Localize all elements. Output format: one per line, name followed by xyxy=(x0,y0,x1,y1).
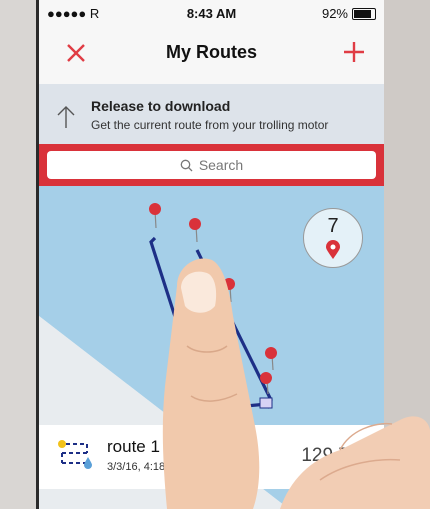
plus-icon xyxy=(344,42,364,62)
route-icon xyxy=(58,440,92,469)
map-pin-icon xyxy=(326,240,340,259)
route-end-marker xyxy=(259,397,273,409)
search-input[interactable]: Search xyxy=(47,151,376,179)
battery-percent: 92% xyxy=(321,6,348,21)
pull-title: Release to download xyxy=(91,98,231,114)
battery-indicator: 92% xyxy=(322,6,376,21)
route-name: route 1 xyxy=(107,437,160,456)
route-distance: 129.7 M xyxy=(301,445,370,466)
app-screen: ●●●●● R 8:43 AM 92% My Routes Release to… xyxy=(39,0,384,509)
search-icon xyxy=(180,159,193,171)
marker-count-badge[interactable]: 7 xyxy=(303,208,363,268)
phone-bezel-left xyxy=(0,0,36,509)
status-bar: ●●●●● R 8:43 AM 92% xyxy=(39,0,384,26)
phone-bezel-right xyxy=(380,0,430,509)
pull-to-download-banner: Release to download Get the current rout… xyxy=(39,84,384,144)
marker-count: 7 xyxy=(327,215,339,237)
search-bar-container: Search xyxy=(39,144,384,186)
arrow-up-icon xyxy=(57,106,75,128)
pull-subtitle: Get the current route from your trolling… xyxy=(91,118,329,132)
page-title: My Routes xyxy=(165,42,257,62)
search-placeholder: Search xyxy=(198,157,244,173)
nav-bar: My Routes xyxy=(39,28,384,72)
battery-icon xyxy=(352,7,376,20)
add-route-button[interactable] xyxy=(342,32,366,69)
route-date: 3/3/16, 4:18 P xyxy=(107,461,176,473)
route-list-item[interactable]: route 1 3/3/16, 4:18 P 129.7 M xyxy=(39,425,384,489)
